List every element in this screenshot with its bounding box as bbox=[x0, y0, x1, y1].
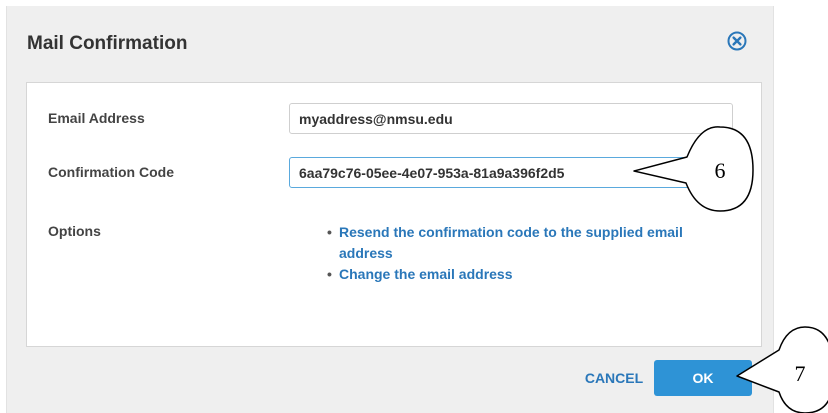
callout-7: 7 bbox=[736, 326, 828, 413]
callout-overlay: 6 7 bbox=[633, 126, 828, 413]
callout-number-7: 7 bbox=[795, 361, 806, 386]
callout-bubble-7 bbox=[736, 326, 828, 413]
callout-number-6: 6 bbox=[715, 158, 726, 183]
callout-bubble-6 bbox=[633, 126, 754, 212]
callout-6: 6 bbox=[633, 126, 754, 212]
